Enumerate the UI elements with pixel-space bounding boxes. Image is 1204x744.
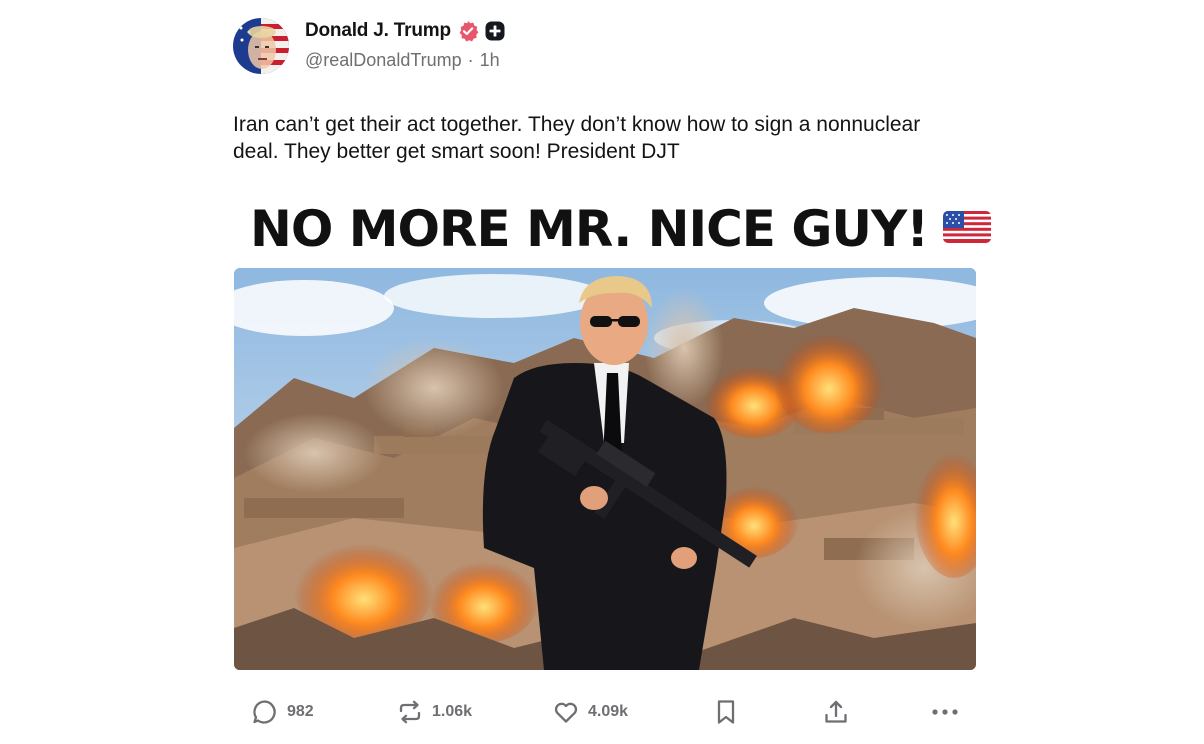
truth-post: Donald J. Trump @realDonaldTrump · 1h Ir… bbox=[0, 0, 1204, 744]
heart-icon bbox=[552, 698, 580, 726]
bookmark-icon bbox=[713, 698, 739, 726]
reply-button[interactable]: 982 bbox=[251, 698, 314, 726]
post-actions-bar: 982 1.06k 4.09k bbox=[0, 690, 1204, 736]
author-handle[interactable]: @realDonaldTrump bbox=[305, 50, 462, 71]
author-handle-row: @realDonaldTrump · 1h bbox=[305, 50, 500, 71]
author-name-row: Donald J. Trump bbox=[305, 18, 505, 44]
repost-button[interactable]: 1.06k bbox=[396, 698, 472, 726]
post-media-image[interactable] bbox=[234, 268, 976, 670]
share-icon bbox=[822, 698, 850, 726]
more-icon bbox=[930, 698, 960, 726]
more-options-button[interactable] bbox=[930, 698, 960, 726]
post-text: Iran can’t get their act together. They … bbox=[233, 113, 921, 163]
share-button[interactable] bbox=[822, 698, 850, 726]
bookmark-button[interactable] bbox=[713, 698, 739, 726]
reply-count: 982 bbox=[287, 703, 314, 720]
repost-count: 1.06k bbox=[432, 703, 473, 720]
plus-badge-icon bbox=[485, 21, 505, 41]
like-button[interactable]: 4.09k bbox=[552, 698, 628, 726]
media-headline-text: NO MORE MR. NICE GUY! bbox=[250, 200, 929, 258]
meta-separator: · bbox=[467, 50, 474, 70]
like-count: 4.09k bbox=[588, 703, 629, 720]
us-flag-icon bbox=[942, 209, 992, 250]
repost-icon bbox=[396, 698, 424, 726]
author-display-name[interactable]: Donald J. Trump bbox=[305, 20, 451, 42]
reply-icon bbox=[251, 698, 279, 726]
verified-badge-icon bbox=[457, 20, 479, 42]
avatar[interactable] bbox=[233, 18, 289, 74]
post-timestamp[interactable]: 1h bbox=[480, 50, 500, 71]
media-headline: NO MORE MR. NICE GUY! bbox=[250, 196, 992, 262]
